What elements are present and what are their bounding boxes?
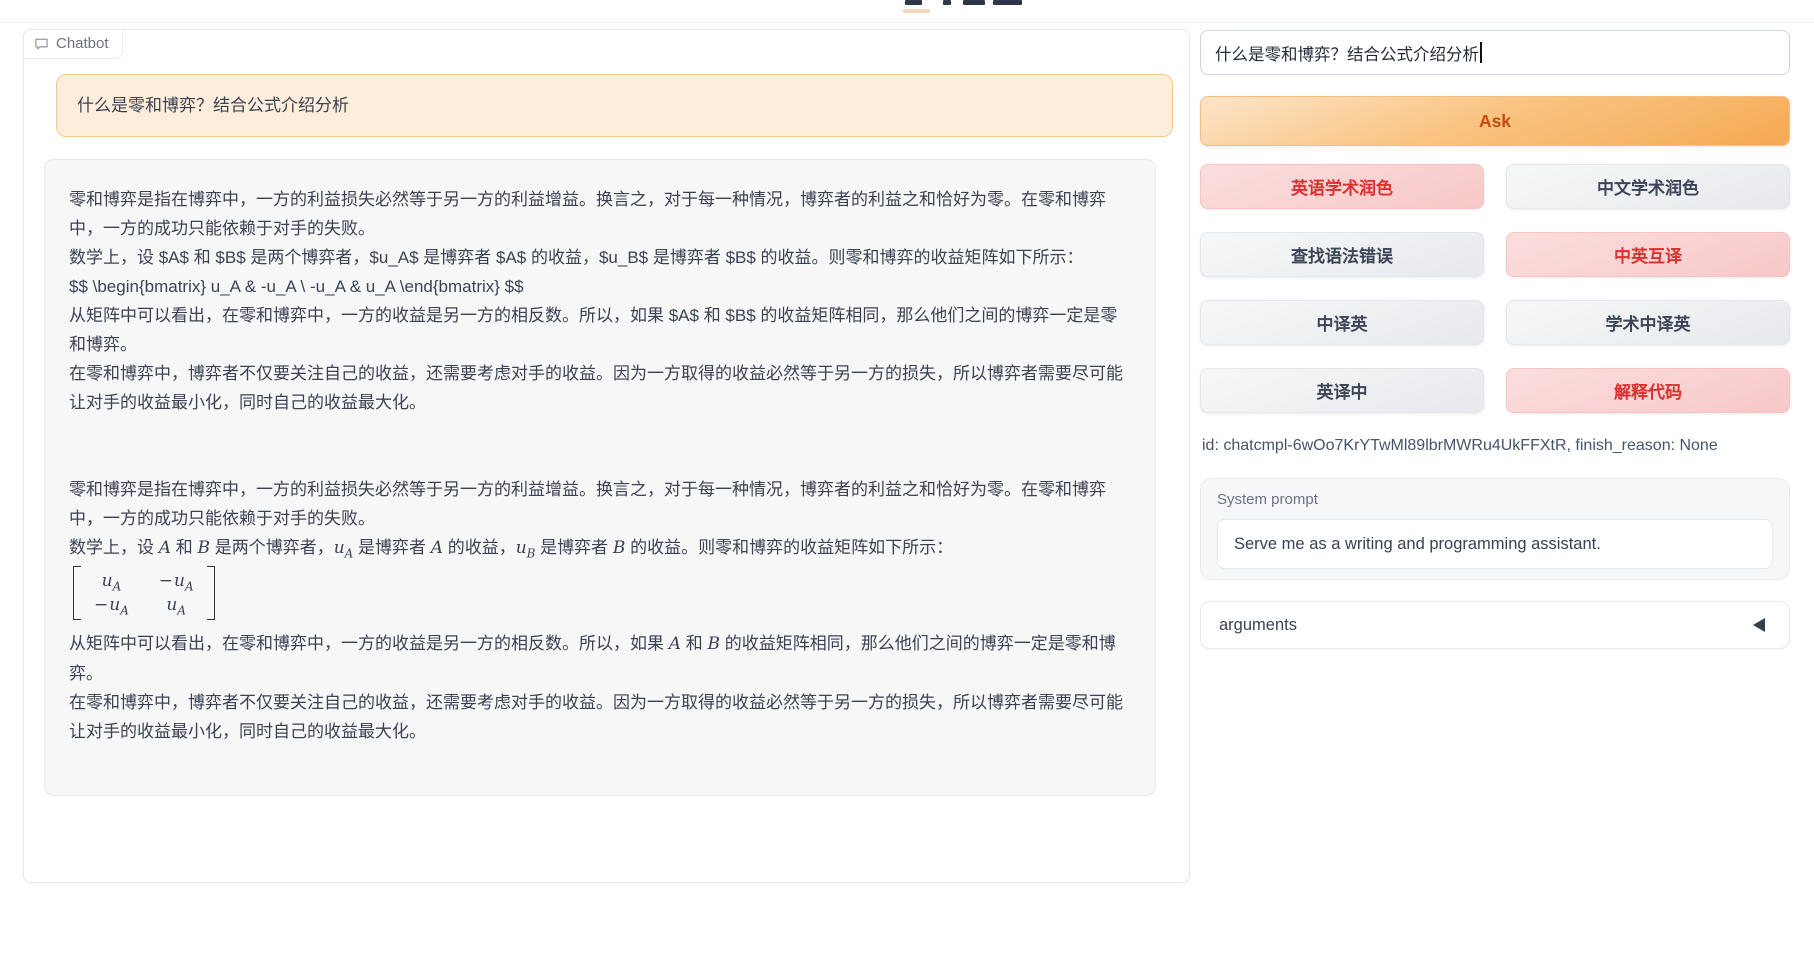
bot-rendered-paragraph: 从矩阵中可以看出，在零和博弈中，一方的收益是另一方的相反数。所以，如果 A 和 … [69,629,1131,688]
title-glyph-fragment [905,0,922,5]
button-zh-en-mutual-translate[interactable]: 中英互译 [1506,232,1790,277]
button-en-to-zh[interactable]: 英译中 [1200,368,1484,413]
chatbot-label: Chatbot [23,29,123,59]
payoff-matrix: uA −uA −uA uA [69,563,1131,629]
system-prompt-card: System prompt Serve me as a writing and … [1200,478,1790,580]
matrix-cell: −uA [94,593,129,617]
bot-raw-line: 从矩阵中可以看出，在零和博弈中，一方的收益是另一方的相反数。所以，如果 $A$ … [69,301,1131,359]
system-prompt-value: Serve me as a writing and programming as… [1234,535,1601,554]
button-academic-zh-to-en[interactable]: 学术中译英 [1506,300,1790,345]
button-chinese-academic-polish[interactable]: 中文学术润色 [1506,164,1790,209]
button-explain-code[interactable]: 解释代码 [1506,368,1790,413]
button-zh-to-en[interactable]: 中译英 [1200,300,1484,345]
clipped-page-title [0,0,1814,16]
ask-button[interactable]: Ask [1200,96,1790,146]
bot-message-bubble: 零和博弈是指在博弈中，一方的利益损失必然等于另一方的利益增益。换言之，对于每一种… [44,159,1156,796]
question-input-value: 什么是零和博弈？结合公式介绍分析 [1215,41,1479,65]
bot-rendered-paragraph: 数学上，设 A 和 B 是两个博弈者，uA 是博弈者 A 的收益，uB 是博弈者… [69,533,1131,563]
function-button-grid: 英语学术润色 中文学术润色 查找语法错误 中英互译 中译英 学术中译英 英译中 … [1200,164,1790,413]
chatbot-label-text: Chatbot [56,35,109,52]
arguments-accordion-label: arguments [1219,616,1297,635]
matrix-right-bracket [207,566,215,620]
bot-raw-line: 数学上，设 $A$ 和 $B$ 是两个博弈者，$u_A$ 是博弈者 $A$ 的收… [69,243,1131,272]
header-divider [0,22,1814,23]
button-find-grammar-errors[interactable]: 查找语法错误 [1200,232,1484,277]
user-message-bubble: 什么是零和博弈？结合公式介绍分析 [56,74,1173,137]
bot-rendered-paragraph: 零和博弈是指在博弈中，一方的利益损失必然等于另一方的利益增益。换言之，对于每一种… [69,475,1131,533]
title-glyph-fragment [993,0,1022,5]
title-underline-fragment [903,9,930,13]
button-english-academic-polish[interactable]: 英语学术润色 [1200,164,1484,209]
message-gap [69,417,1131,475]
triangle-left-icon [1753,618,1765,632]
bot-raw-latex-line: $$ \begin{bmatrix} u_A & -u_A \ -u_A & u… [69,272,1131,301]
bot-raw-line: 零和博弈是指在博弈中，一方的利益损失必然等于另一方的利益增益。换言之，对于每一种… [69,185,1131,243]
completion-status-text: id: chatcmpl-6wOo7KrYTwMl89lbrMWRu4UkFFX… [1202,437,1718,455]
chatbot-panel[interactable]: Chatbot 什么是零和博弈？结合公式介绍分析 零和博弈是指在博弈中，一方的利… [23,29,1190,883]
matrix-cell: uA [94,569,129,593]
user-message-text: 什么是零和博弈？结合公式介绍分析 [77,91,349,120]
speech-bubble-icon [34,36,49,51]
bot-rendered-paragraph: 在零和博弈中，博弈者不仅要关注自己的收益，还需要考虑对手的收益。因为一方取得的收… [69,688,1131,746]
title-glyph-fragment [943,0,951,5]
matrix-cell: uA [159,593,194,617]
title-glyph-fragment [963,0,985,5]
matrix-left-bracket [73,566,81,620]
text-caret [1480,42,1482,63]
arguments-accordion[interactable]: arguments [1200,601,1790,649]
question-input[interactable]: 什么是零和博弈？结合公式介绍分析 [1200,30,1790,75]
matrix-cell: −uA [159,569,194,593]
bot-raw-line: 在零和博弈中，博弈者不仅要关注自己的收益，还需要考虑对手的收益。因为一方取得的收… [69,359,1131,417]
system-prompt-input[interactable]: Serve me as a writing and programming as… [1217,519,1773,569]
system-prompt-label: System prompt [1217,491,1318,508]
